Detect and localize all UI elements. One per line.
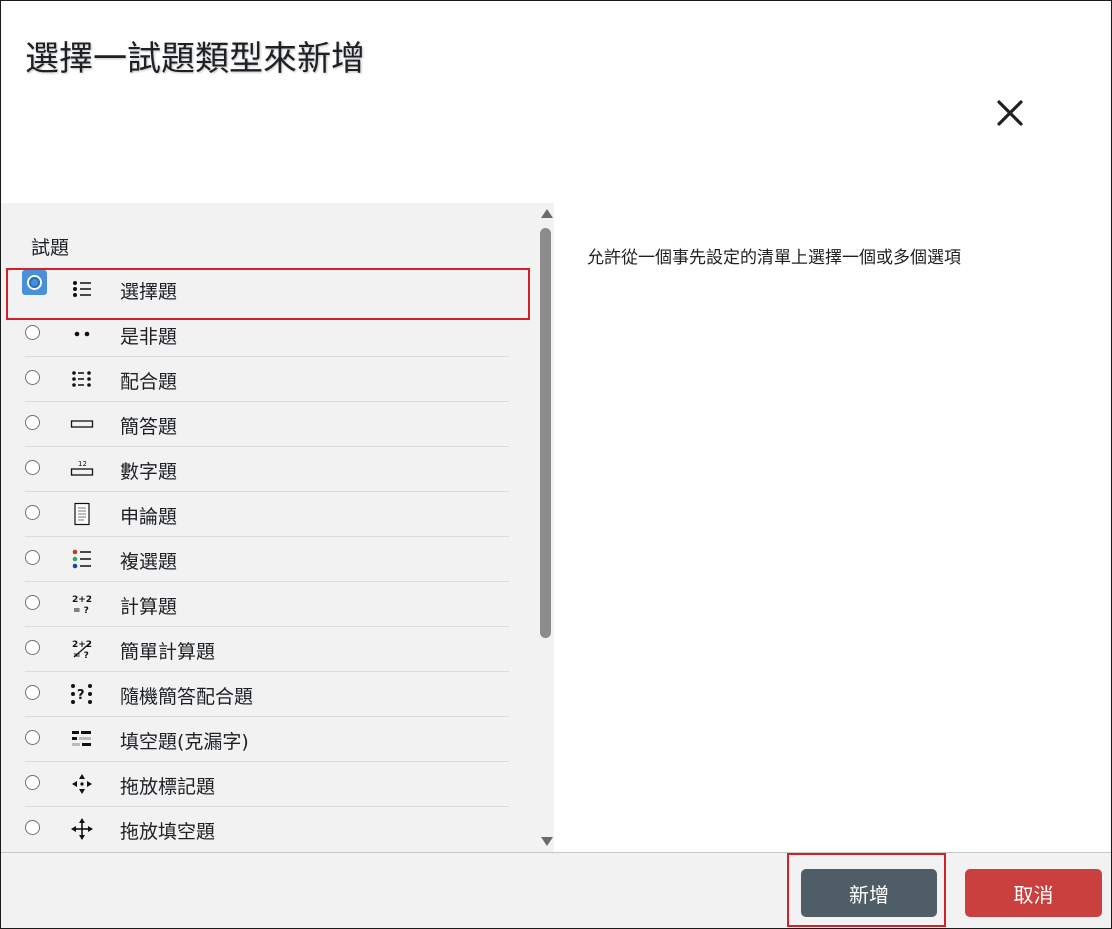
- list-scrollbar[interactable]: [538, 203, 554, 852]
- scroll-down-arrow-icon[interactable]: [541, 837, 553, 846]
- drag-drop-markers-icon: [69, 772, 95, 796]
- question-type-list-panel: 試題 選擇題 是非題 配合題 簡答題 12 數字題 申論題 複選題 2+2 = …: [1, 203, 554, 852]
- question-type-label: 配合題: [120, 371, 178, 393]
- question-type-label: 拖放填空題: [120, 821, 216, 843]
- svg-text:12: 12: [78, 460, 87, 468]
- question-type-item-match[interactable]: 配合題: [1, 357, 531, 402]
- multichoice-icon: [69, 277, 95, 301]
- question-type-item-numerical[interactable]: 12 數字題: [1, 447, 531, 492]
- numerical-icon: 12: [69, 457, 95, 481]
- question-type-item-drag-drop-text[interactable]: 拖放填空題: [1, 807, 531, 852]
- question-type-label: 選擇題: [120, 281, 178, 303]
- radio-button[interactable]: [22, 270, 47, 295]
- radio-button[interactable]: [25, 460, 40, 475]
- cancel-button[interactable]: 取消: [965, 869, 1102, 917]
- close-icon[interactable]: [991, 93, 1029, 131]
- question-type-label: 填空題(克漏字): [120, 731, 249, 753]
- truefalse-icon: [69, 322, 95, 346]
- svg-text:= ?: = ?: [73, 606, 89, 616]
- scroll-up-arrow-icon[interactable]: [541, 209, 553, 218]
- radio-button[interactable]: [25, 370, 40, 385]
- svg-text:?: ?: [77, 688, 85, 703]
- question-type-label: 拖放標記題: [120, 776, 216, 798]
- svg-text:2+2: 2+2: [72, 595, 92, 605]
- question-type-item-calculated[interactable]: 2+2 = ? 計算題: [1, 582, 531, 627]
- match-icon: [69, 367, 95, 391]
- question-type-label: 數字題: [120, 461, 178, 483]
- dialog-footer: 新增 取消: [1, 852, 1111, 928]
- question-type-item-truefalse[interactable]: 是非題: [1, 312, 531, 357]
- question-type-item-multiple-select[interactable]: 複選題: [1, 537, 531, 582]
- question-type-label: 複選題: [120, 551, 178, 573]
- choose-question-type-dialog: 選擇一試題類型來新增 試題 選擇題 是非題 配合題 簡答題 12 數字題 申論題…: [0, 0, 1112, 929]
- section-label: 試題: [31, 237, 70, 259]
- drag-drop-text-icon: [69, 817, 95, 841]
- radio-button[interactable]: [25, 550, 40, 565]
- question-type-label: 計算題: [120, 596, 178, 618]
- question-type-item-essay[interactable]: 申論題: [1, 492, 531, 537]
- radio-button[interactable]: [25, 595, 40, 610]
- question-type-description: 允許從一個事先設定的清單上選擇一個或多個選項: [587, 248, 961, 268]
- question-type-label: 簡單計算題: [120, 641, 216, 663]
- question-type-label: 是非題: [120, 326, 178, 348]
- dialog-header: 選擇一試題類型來新增: [1, 1, 1111, 203]
- cloze-icon: [69, 727, 95, 751]
- question-type-item-calculated-simple[interactable]: 2+2 = ? 簡單計算題: [1, 627, 531, 672]
- radio-button[interactable]: [25, 730, 40, 745]
- question-type-label: 申論題: [120, 506, 178, 528]
- question-type-item-drag-drop-markers[interactable]: 拖放標記題: [1, 762, 531, 807]
- radio-button[interactable]: [25, 640, 40, 655]
- scrollbar-thumb[interactable]: [540, 228, 551, 638]
- svg-text:2+2: 2+2: [72, 640, 92, 650]
- radio-button[interactable]: [25, 415, 40, 430]
- radio-button[interactable]: [25, 325, 40, 340]
- essay-icon: [69, 502, 95, 526]
- radio-button[interactable]: [25, 820, 40, 835]
- radio-button[interactable]: [25, 685, 40, 700]
- add-button[interactable]: 新增: [801, 869, 937, 917]
- multiple-select-icon: [69, 547, 95, 571]
- dialog-title: 選擇一試題類型來新增: [25, 39, 365, 79]
- calculated-simple-icon: 2+2 = ?: [69, 637, 95, 661]
- question-type-description-panel: 允許從一個事先設定的清單上選擇一個或多個選項: [554, 203, 1111, 852]
- dialog-body: 試題 選擇題 是非題 配合題 簡答題 12 數字題 申論題 複選題 2+2 = …: [1, 203, 1111, 852]
- radio-button[interactable]: [25, 505, 40, 520]
- question-type-label: 隨機簡答配合題: [120, 686, 254, 708]
- question-type-item-shortanswer[interactable]: 簡答題: [1, 402, 531, 447]
- shortanswer-icon: [69, 412, 95, 436]
- question-type-item-multichoice[interactable]: 選擇題: [1, 267, 531, 312]
- question-type-item-cloze[interactable]: 填空題(克漏字): [1, 717, 531, 762]
- radio-button[interactable]: [25, 775, 40, 790]
- question-type-item-random-sa-match[interactable]: ? 隨機簡答配合題: [1, 672, 531, 717]
- random-sa-match-icon: ?: [69, 682, 95, 706]
- question-type-label: 簡答題: [120, 416, 178, 438]
- calculated-icon: 2+2 = ?: [69, 592, 95, 616]
